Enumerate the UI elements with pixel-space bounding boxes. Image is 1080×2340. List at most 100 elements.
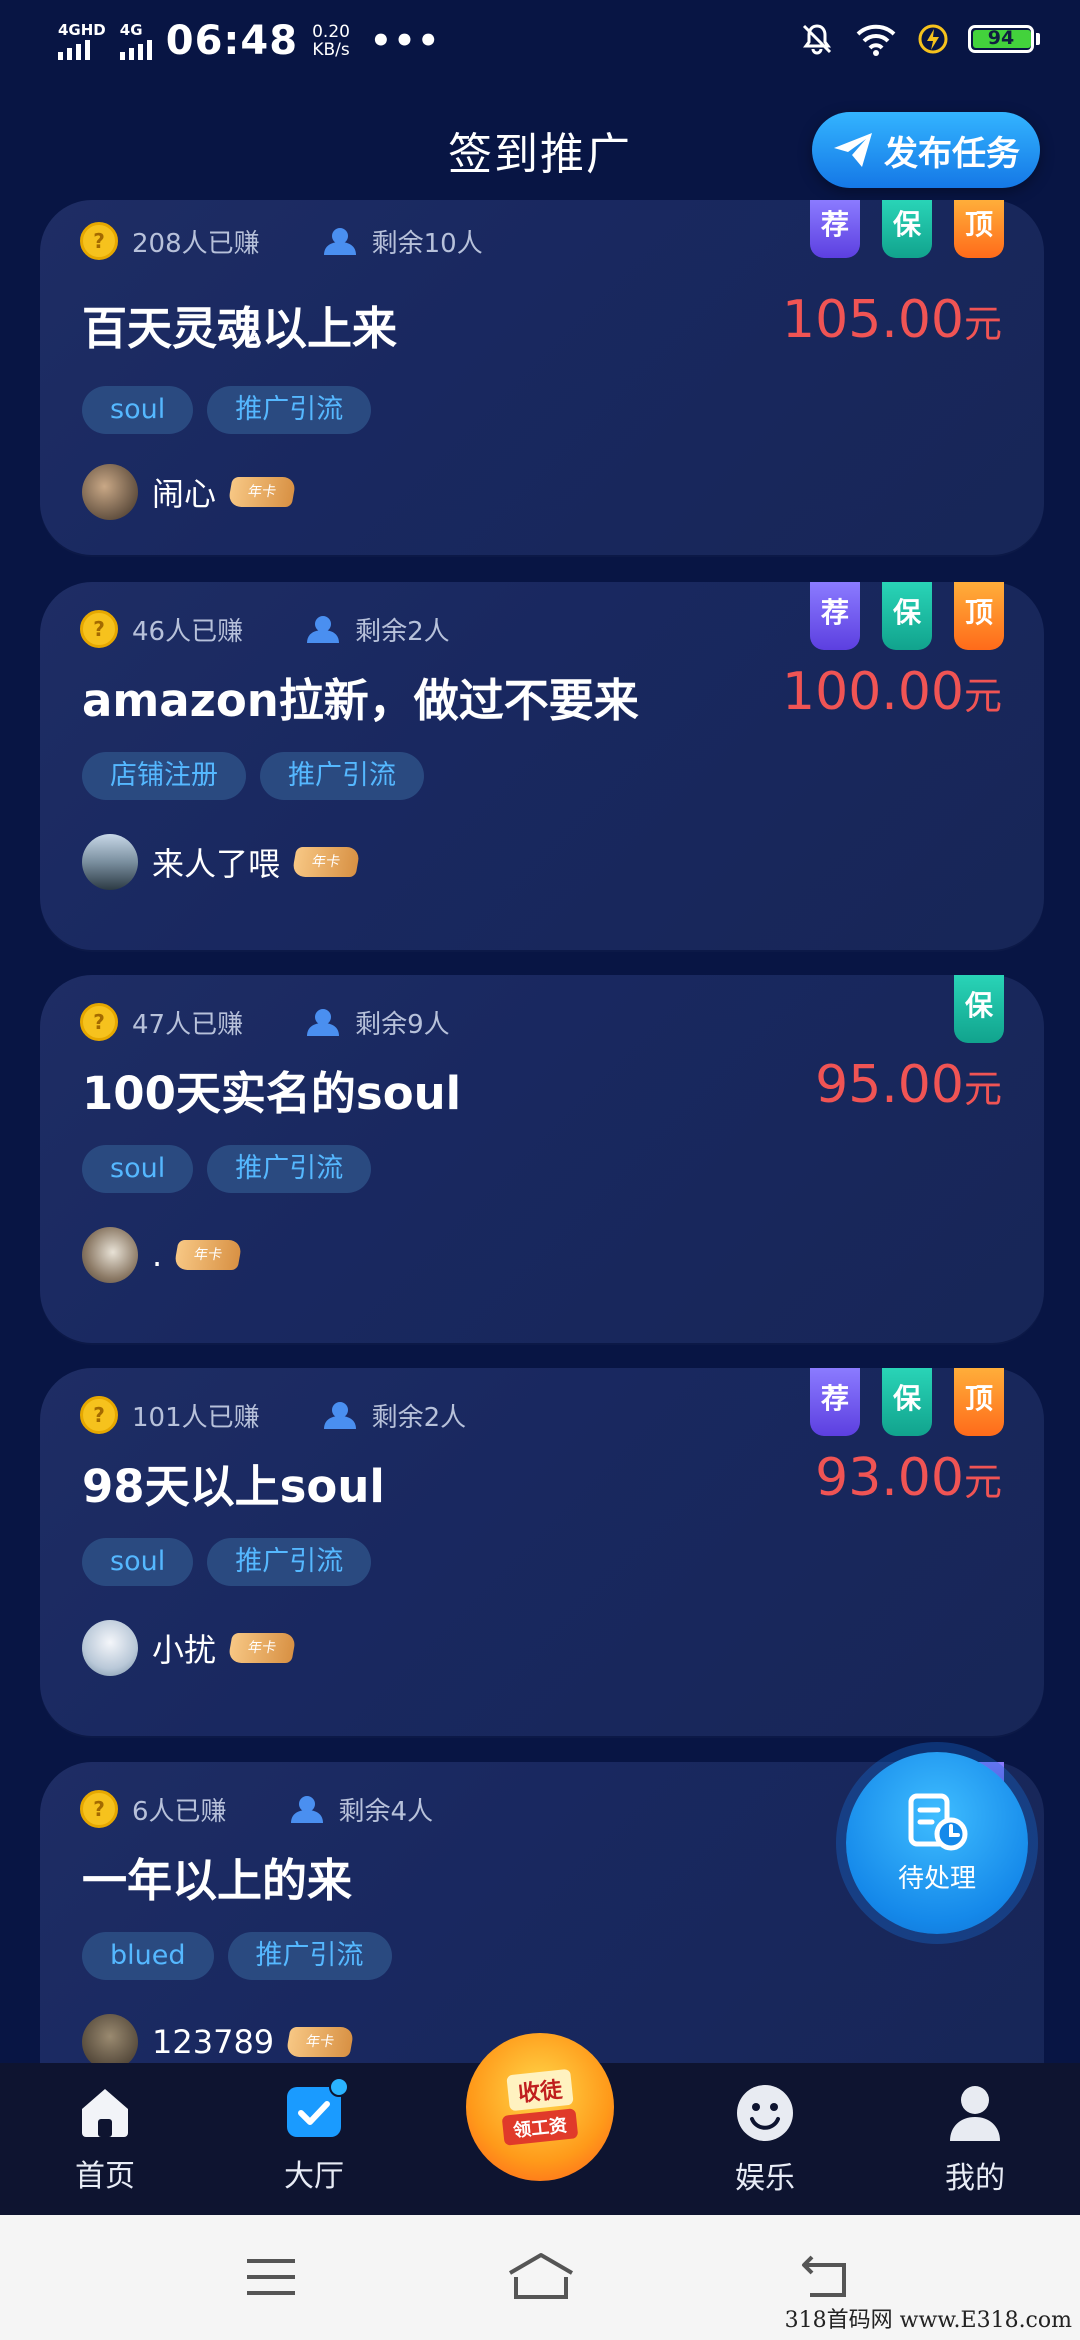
price-unit: 元: [963, 1460, 1002, 1504]
tab-hall-label: 大厅: [284, 2159, 344, 2194]
tag: soul: [82, 1145, 194, 1193]
wage-label: 领工资: [501, 2108, 579, 2146]
earned-count: 47人已赚: [132, 1009, 244, 1040]
badge-group: 保: [954, 975, 1004, 1043]
speed-unit: KB/s: [312, 40, 350, 60]
publish-task-label: 发布任务: [884, 133, 1020, 174]
badge-recommend: 荐: [810, 1368, 860, 1436]
price-unit: 元: [963, 1067, 1002, 1111]
earned-count: 6人已赚: [132, 1796, 227, 1827]
publisher: 来人了喂 年卡: [82, 834, 361, 890]
avatar: [82, 834, 138, 890]
user-icon: [950, 2086, 1000, 2141]
pending-label: 待处理: [897, 1863, 976, 1894]
recruit-wage-button[interactable]: 收徒 领工资: [466, 2033, 614, 2181]
badge-recommend: 荐: [810, 200, 860, 258]
network-speed: 0.20 KB/s: [312, 23, 350, 59]
tab-hall[interactable]: 大厅: [244, 2077, 384, 2195]
people-icon: [307, 616, 340, 643]
badge-top: 顶: [954, 582, 1004, 650]
battery-indicator: 94: [968, 25, 1040, 53]
price-unit: 元: [963, 674, 1002, 718]
tab-entertainment[interactable]: 娱乐: [695, 2083, 835, 2197]
document-clock-icon: [908, 1793, 968, 1850]
tag-list: soul 推广引流: [82, 1538, 372, 1586]
avatar: [82, 464, 138, 520]
remaining-count: 剩余2人: [355, 616, 450, 647]
system-nav-bar: 318首码网 www.E318.com: [0, 2215, 1080, 2340]
notification-dot: [329, 2077, 349, 2097]
menu-icon[interactable]: [244, 2255, 298, 2299]
year-card-badge: 年卡: [227, 1633, 297, 1663]
publish-task-button[interactable]: 发布任务: [812, 112, 1040, 188]
task-price: 95.00元: [815, 1055, 1002, 1115]
task-card[interactable]: ? 47人已赚 剩余9人 保 100天实名的soul 95.00元 soul 推…: [40, 975, 1044, 1343]
more-dots: •••: [369, 21, 442, 61]
people-icon: [307, 1009, 340, 1036]
remaining-count: 剩余10人: [371, 228, 483, 259]
coin-icon: ?: [80, 222, 118, 260]
task-card[interactable]: ? 208人已赚 剩余10人 荐 保 顶 百天灵魂以上来 105.00元 sou…: [40, 200, 1044, 555]
publisher-name: 来人了喂: [152, 845, 281, 883]
tab-mine-label: 我的: [945, 2161, 1005, 2196]
price-unit: 元: [963, 302, 1002, 346]
price-value: 100.00: [782, 662, 964, 722]
publisher-name: 123789: [152, 2023, 275, 2061]
recruit-label: 收徒: [506, 2068, 574, 2112]
tag-list: 店铺注册 推广引流: [82, 752, 424, 800]
remaining-count: 剩余4人: [338, 1796, 434, 1827]
task-card[interactable]: ? 46人已赚 剩余2人 荐 保 顶 amazon拉新，做过不要来 100.00…: [40, 582, 1044, 950]
badge-group: 荐 保 顶: [810, 582, 1004, 650]
task-price: 105.00元: [782, 290, 1002, 350]
task-price: 100.00元: [782, 662, 1002, 722]
home-nav-icon[interactable]: [506, 2251, 576, 2301]
badge-guarantee: 保: [882, 1368, 932, 1436]
task-price: 93.00元: [815, 1448, 1002, 1508]
clock: 06:48: [165, 18, 299, 64]
tag: 店铺注册: [82, 752, 246, 800]
tag: soul: [82, 1538, 194, 1586]
publisher: 小扰 年卡: [82, 1620, 297, 1676]
tag: 推广引流: [227, 1932, 392, 1980]
publisher-name: .: [152, 1236, 163, 1274]
pending-float-button[interactable]: 待处理: [846, 1752, 1028, 1934]
paper-plane-icon: [834, 133, 872, 167]
signal-bars-icon: [119, 39, 152, 60]
avatar: [82, 1620, 138, 1676]
year-card-badge: 年卡: [173, 1240, 243, 1270]
avatar: [82, 1227, 138, 1283]
coin-icon: ?: [80, 1003, 118, 1041]
earned-count: 46人已赚: [132, 616, 244, 647]
tag: soul: [82, 386, 194, 434]
task-meta: ? 101人已赚 剩余2人: [80, 1396, 466, 1434]
tag: blued: [82, 1932, 214, 1980]
avatar: [82, 2014, 138, 2070]
battery-level: 94: [987, 27, 1015, 49]
task-title: amazon拉新，做过不要来: [82, 674, 639, 727]
price-value: 105.00: [782, 290, 964, 350]
people-icon: [323, 1402, 356, 1429]
publisher: . 年卡: [82, 1227, 243, 1283]
back-icon[interactable]: [796, 2253, 852, 2301]
task-card[interactable]: ? 101人已赚 剩余2人 荐 保 顶 98天以上soul 93.00元 sou…: [40, 1368, 1044, 1736]
year-card-badge: 年卡: [291, 847, 361, 877]
badge-top: 顶: [954, 1368, 1004, 1436]
people-icon: [323, 228, 356, 255]
badge-guarantee: 保: [882, 582, 932, 650]
smiley-icon: [737, 2085, 793, 2141]
price-value: 93.00: [815, 1448, 964, 1508]
tab-mine[interactable]: 我的: [905, 2083, 1045, 2197]
signal-bars-icon: [58, 39, 106, 60]
remaining-count: 剩余2人: [371, 1402, 467, 1433]
price-value: 95.00: [815, 1055, 964, 1115]
remaining-count: 剩余9人: [355, 1009, 450, 1040]
task-title: 百天灵魂以上来: [82, 302, 398, 355]
task-meta: ? 46人已赚 剩余2人: [80, 610, 450, 648]
year-card-badge: 年卡: [227, 477, 297, 507]
badge-guarantee: 保: [882, 200, 932, 258]
tag-list: blued 推广引流: [82, 1932, 392, 1980]
tab-home[interactable]: 首页: [35, 2083, 175, 2195]
status-bar: 4GHD 4G 06:48 0.20 KB/s ••• 94: [0, 0, 1080, 90]
coin-icon: ?: [80, 1790, 118, 1828]
charging-icon: [918, 24, 948, 54]
